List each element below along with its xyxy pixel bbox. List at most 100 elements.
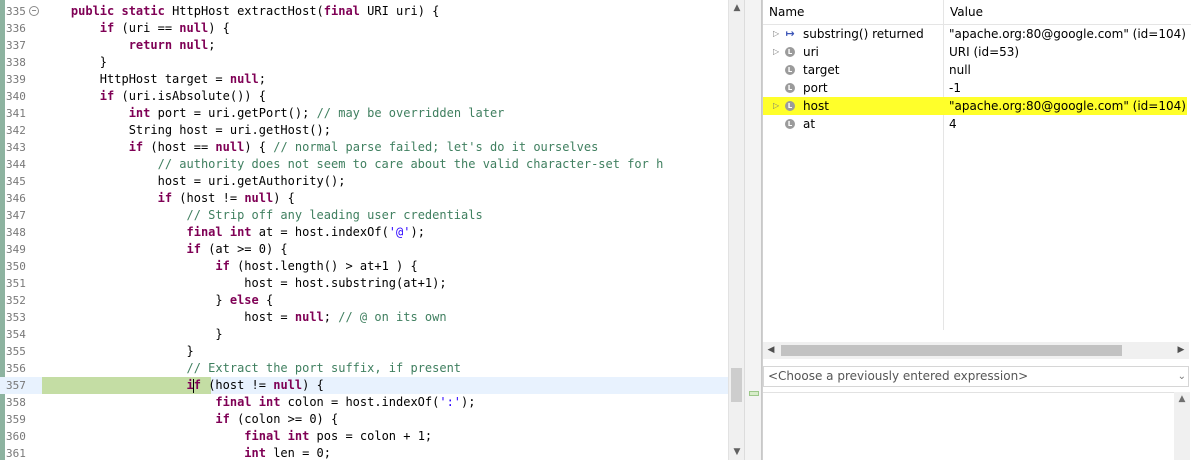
variable-row-host[interactable]: ▷ Lhost "apache.org:80@google.com" (id=104… (763, 97, 1187, 115)
comment-token: // may be overridden later (316, 106, 505, 120)
code-line[interactable]: 356 // Extract the port suffix, if prese… (0, 360, 728, 377)
expression-combo[interactable]: <Choose a previously entered expression>… (763, 366, 1189, 387)
value-column-header[interactable]: Value (944, 0, 1188, 24)
code-line[interactable]: 341 int port = uri.getPort(); // may be … (0, 105, 728, 122)
keyword-token: null (294, 310, 324, 324)
code-line[interactable]: 350 if (host.length() > at+1 ) { (0, 258, 728, 275)
code-line[interactable]: 338 } (0, 54, 728, 71)
code-token: host = host.substring(at+1); (42, 276, 447, 290)
line-number: 360 (6, 430, 26, 443)
code-token: (uri == (121, 21, 180, 35)
expand-arrow-icon[interactable]: ▷ (773, 97, 781, 115)
code-line[interactable]: 361 int len = 0; (0, 445, 728, 460)
detail-pane[interactable] (763, 392, 1174, 461)
variable-name: target (803, 63, 840, 77)
code-text: final int colon = host.indexOf(':'); (42, 394, 475, 411)
code-token: } (42, 344, 194, 358)
variables-scroll-thumb[interactable] (781, 345, 1122, 356)
keyword-token: int (244, 446, 274, 460)
code-line[interactable]: 340 if (uri.isAbsolute()) { (0, 88, 728, 105)
code-line[interactable]: 353 host = null; // @ on its own (0, 309, 728, 326)
code-line[interactable]: 347 // Strip off any leading user creden… (0, 207, 728, 224)
editor-vertical-scrollbar[interactable]: ▲ ▼ (728, 0, 745, 460)
variable-row-target[interactable]: Ltarget null (763, 61, 1187, 79)
keyword-token: return null (128, 38, 209, 52)
expand-arrow-icon[interactable]: ▷ (773, 43, 781, 61)
return-value-icon: ↦ (785, 27, 795, 40)
code-token: ) { (244, 140, 274, 154)
code-line[interactable]: 359 if (colon >= 0) { (0, 411, 728, 428)
code-line[interactable]: 336 if (uri == null) { (0, 20, 728, 37)
code-line[interactable]: 343 if (host == null) { // normal parse … (0, 139, 728, 156)
variable-value: 4 (949, 117, 957, 131)
code-editor[interactable]: 335− public static HttpHost extractHost(… (0, 0, 744, 460)
chevron-down-icon[interactable]: ⌄ (1178, 367, 1186, 386)
code-line[interactable]: 358 final int colon = host.indexOf(':'); (0, 394, 728, 411)
code-area[interactable]: 335− public static HttpHost extractHost(… (0, 3, 728, 460)
keyword-token: int (128, 106, 158, 120)
code-token: colon = host.indexOf( (287, 395, 440, 409)
keyword-token: null (273, 378, 303, 392)
code-token: ) { (273, 191, 295, 205)
code-line[interactable]: 352 } else { (0, 292, 728, 309)
code-line[interactable]: 345 host = uri.getAuthority(); (0, 173, 728, 190)
code-text: // Strip off any leading user credential… (42, 207, 483, 224)
code-line[interactable]: 339 HttpHost target = null; (0, 71, 728, 88)
code-token: { (265, 293, 274, 307)
detail-pane-scrollbar[interactable]: ▲ (1174, 392, 1190, 460)
local-variable-icon: L (785, 47, 795, 57)
line-number: 354 (6, 328, 26, 341)
code-line[interactable]: 346 if (host != null) { (0, 190, 728, 207)
overview-ruler[interactable] (744, 0, 762, 460)
code-line[interactable]: 348 final int at = host.indexOf('@'); (0, 224, 728, 241)
overview-annotation-mark[interactable] (749, 391, 759, 396)
code-text: if (host == null) { // normal parse fail… (42, 139, 599, 156)
code-line[interactable]: 337 return null; (0, 37, 728, 54)
code-line[interactable]: 342 String host = uri.getHost(); (0, 122, 728, 139)
expression-placeholder: <Choose a previously entered expression> (768, 369, 1029, 383)
keyword-token: null (215, 140, 245, 154)
scroll-left-arrow-icon[interactable]: ◀ (763, 342, 779, 359)
code-token: ; (208, 38, 216, 52)
editor-scroll-thumb[interactable] (731, 368, 742, 402)
comment-token: // Extract the port suffix, if present (186, 361, 462, 375)
variable-row-substring-returned[interactable]: ▷ ↦ substring() returned "apache.org:80@goo… (763, 25, 1187, 43)
expand-arrow-icon[interactable]: ▷ (773, 25, 781, 43)
code-line[interactable]: 360 final int pos = colon + 1; (0, 428, 728, 445)
line-number: 355 (6, 345, 26, 358)
scroll-right-arrow-icon[interactable]: ▶ (1173, 342, 1189, 359)
line-number: 340 (6, 90, 26, 103)
code-line[interactable]: 349 if (at >= 0) { (0, 241, 728, 258)
code-line[interactable]: 354 } (0, 326, 728, 343)
scroll-up-arrow-icon[interactable]: ▲ (729, 0, 745, 16)
code-line[interactable]: 351 host = host.substring(at+1); (0, 275, 728, 292)
code-token: (colon >= 0) { (237, 412, 339, 426)
variables-horizontal-scrollbar[interactable]: ◀ ▶ (763, 342, 1189, 359)
line-number: 343 (6, 141, 26, 154)
variable-row-uri[interactable]: ▷ Luri URI (id=53) (763, 43, 1187, 61)
variable-value: "apache.org:80@google.com" (id=104) (949, 99, 1186, 113)
scroll-down-arrow-icon[interactable]: ▼ (729, 444, 745, 460)
string-token: '@' (388, 225, 411, 239)
line-number: 341 (6, 107, 26, 120)
variable-row-port[interactable]: Lport -1 (763, 79, 1187, 97)
local-variable-icon: L (785, 101, 795, 111)
keyword-token: final (323, 4, 368, 18)
variable-value: null (949, 63, 971, 77)
variable-row-at[interactable]: Lat 4 (763, 115, 1187, 133)
code-line[interactable]: 355 } (0, 343, 728, 360)
line-number: 337 (6, 39, 26, 52)
current-code-line[interactable]: 357 if (host != null) { (0, 377, 728, 394)
name-column-header[interactable]: Name (763, 0, 943, 24)
code-line[interactable]: 344 // authority does not seem to care a… (0, 156, 728, 173)
code-line[interactable]: 335− public static HttpHost extractHost(… (0, 3, 728, 20)
scroll-up-arrow-icon[interactable]: ▲ (1174, 394, 1190, 404)
keyword-token: if (99, 89, 122, 103)
keyword-token: null (244, 191, 274, 205)
fold-collapse-icon[interactable]: − (29, 6, 39, 16)
